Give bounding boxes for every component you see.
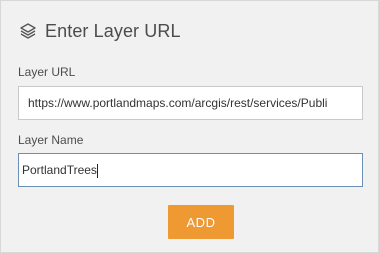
add-button[interactable]: ADD <box>168 205 234 239</box>
panel-header: Enter Layer URL <box>18 18 181 44</box>
layer-url-label: Layer URL <box>18 65 76 79</box>
panel-title: Enter Layer URL <box>45 20 181 41</box>
layers-icon <box>18 21 38 41</box>
layer-name-input[interactable]: PortlandTrees <box>18 153 363 187</box>
text-caret <box>96 163 98 178</box>
enter-layer-url-panel: Enter Layer URL Layer URL https://www.po… <box>0 0 379 253</box>
layer-name-value: PortlandTrees <box>22 163 97 177</box>
layer-url-input[interactable]: https://www.portlandmaps.com/arcgis/rest… <box>18 86 363 120</box>
layer-name-label: Layer Name <box>18 133 84 147</box>
